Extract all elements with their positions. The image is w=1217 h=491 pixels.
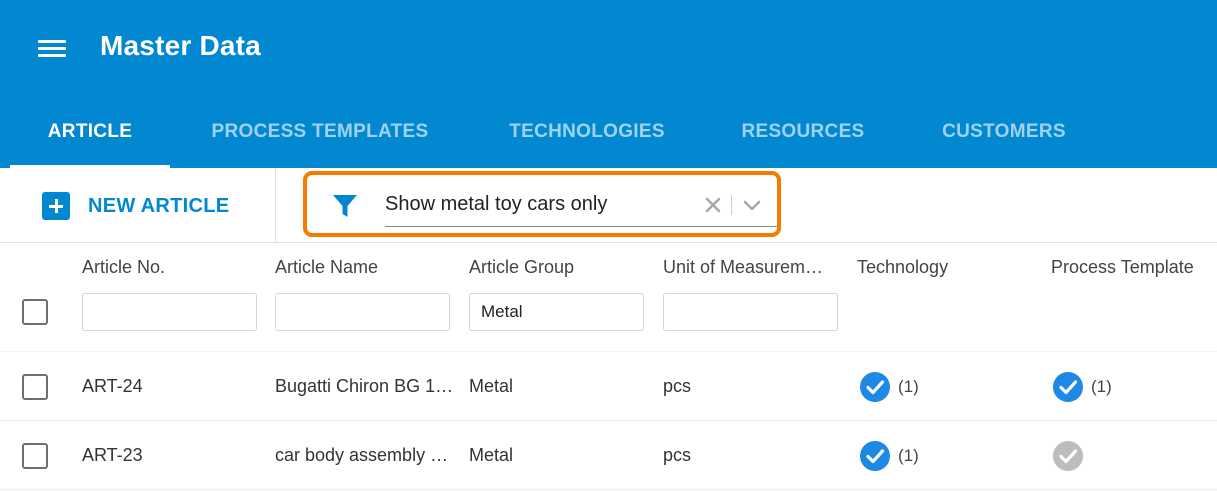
process-template-status[interactable] <box>1053 441 1083 471</box>
technology-count: (1) <box>898 377 919 396</box>
article-group-filter-input[interactable] <box>469 293 644 331</box>
unit-cell: pcs <box>663 376 692 396</box>
tab-article[interactable]: ARTICLE <box>10 104 170 168</box>
unit-filter-input[interactable] <box>663 293 838 331</box>
tab-process-templates[interactable]: PROCESS TEMPLATES <box>190 104 450 168</box>
chevron-down-icon[interactable] <box>741 195 763 215</box>
app-header: Master Data ARTICLE PROCESS TEMPLATES TE… <box>0 0 1217 168</box>
tab-customers[interactable]: CUSTOMERS <box>922 104 1086 168</box>
check-circle-inactive-icon <box>1053 441 1083 471</box>
new-article-button[interactable]: NEW ARTICLE <box>42 190 229 222</box>
page-title: Master Data <box>100 30 261 61</box>
row-checkbox[interactable] <box>22 443 48 469</box>
table-row[interactable]: ART-24 Bugatti Chiron BG 1:… Metal pcs (… <box>0 352 1217 421</box>
select-separator <box>731 195 732 215</box>
row-checkbox[interactable] <box>22 374 48 400</box>
unit-cell: pcs <box>663 445 692 465</box>
article-no-cell: ART-24 <box>82 376 143 396</box>
new-article-label: NEW ARTICLE <box>88 194 230 217</box>
process-template-count: (1) <box>1091 377 1112 396</box>
grid-header: Article No. Article Name Article Group U… <box>0 243 1217 351</box>
technology-count: (1) <box>898 446 919 465</box>
article-name-cell: car body assembly … <box>275 445 449 465</box>
select-all-checkbox[interactable] <box>22 299 48 325</box>
funnel-icon <box>333 195 357 217</box>
tab-bar: ARTICLE PROCESS TEMPLATES TECHNOLOGIES R… <box>0 104 1217 168</box>
select-underline <box>385 226 777 227</box>
toolbar-divider <box>275 168 276 242</box>
process-template-status[interactable]: (1) <box>1053 372 1112 402</box>
plus-icon <box>42 192 70 220</box>
saved-filter-value: Show metal toy cars only <box>385 193 608 215</box>
hamburger-menu-icon[interactable] <box>36 36 68 62</box>
column-header-unit-of-measurement[interactable]: Unit of Measurem… <box>663 257 838 278</box>
column-header-article-name[interactable]: Article Name <box>275 257 450 278</box>
check-circle-icon <box>860 441 890 471</box>
article-no-cell: ART-23 <box>82 445 143 465</box>
column-header-article-no[interactable]: Article No. <box>82 257 257 278</box>
tab-resources[interactable]: RESOURCES <box>724 104 882 168</box>
article-name-cell: Bugatti Chiron BG 1:… <box>275 376 455 396</box>
saved-filter-select[interactable]: Show metal toy cars only <box>385 183 777 227</box>
clear-icon[interactable] <box>703 195 723 215</box>
saved-filter-box: Show metal toy cars only <box>303 171 781 237</box>
toolbar: NEW ARTICLE Show metal toy cars only <box>0 168 1217 243</box>
article-group-cell: Metal <box>469 376 514 396</box>
column-header-technology[interactable]: Technology <box>857 257 1032 278</box>
tab-technologies[interactable]: TECHNOLOGIES <box>490 104 684 168</box>
article-no-filter-input[interactable] <box>82 293 257 331</box>
article-name-filter-input[interactable] <box>275 293 450 331</box>
technology-status[interactable]: (1) <box>860 441 919 471</box>
column-header-article-group[interactable]: Article Group <box>469 257 644 278</box>
article-group-cell: Metal <box>469 445 514 465</box>
column-header-process-template[interactable]: Process Template <box>1051 257 1211 278</box>
check-circle-icon <box>860 372 890 402</box>
technology-status[interactable]: (1) <box>860 372 919 402</box>
table-row[interactable]: ART-23 car body assembly … Metal pcs (1) <box>0 421 1217 490</box>
check-circle-icon <box>1053 372 1083 402</box>
